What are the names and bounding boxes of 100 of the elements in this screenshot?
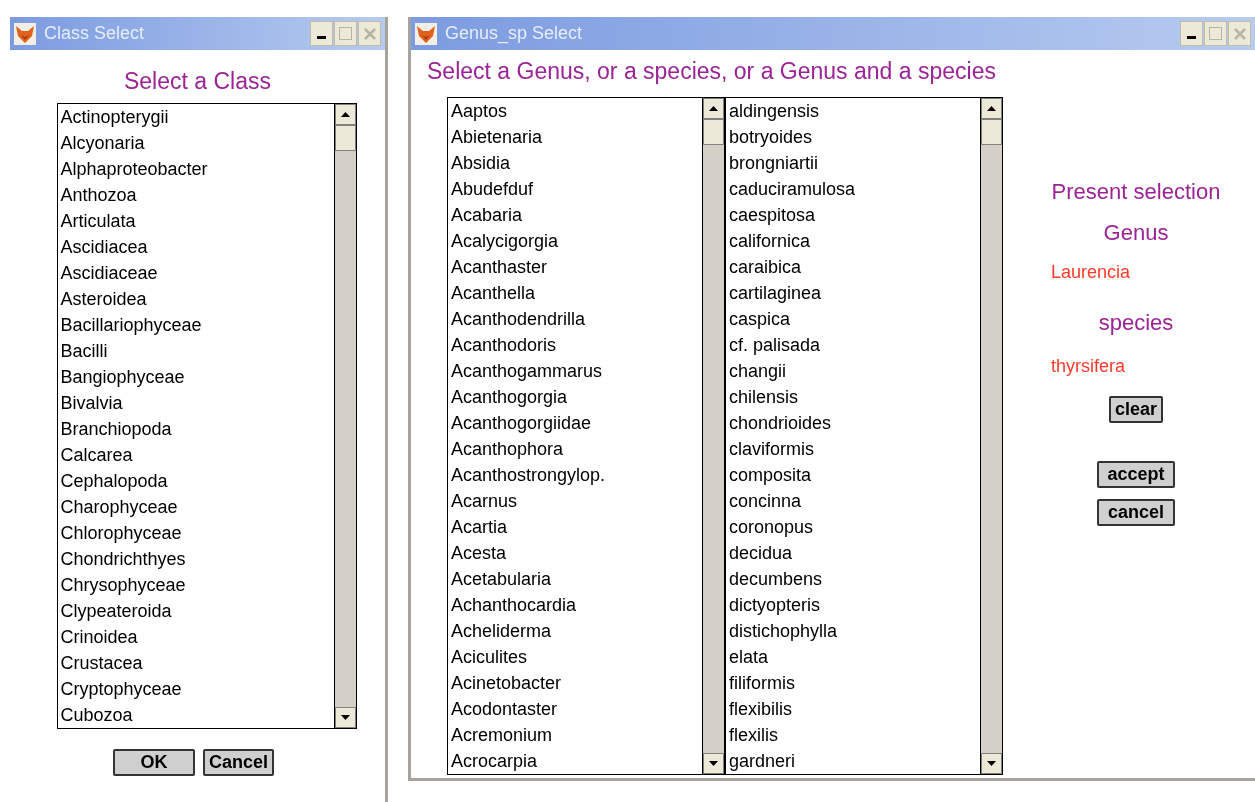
list-item[interactable]: Branchiopoda [57, 415, 334, 442]
list-item[interactable]: Calcarea [57, 441, 334, 468]
list-item[interactable]: Alphaproteobacter [57, 155, 334, 182]
list-item[interactable]: flexilis [726, 721, 980, 748]
list-item[interactable]: Abudefduf [448, 175, 702, 202]
list-item[interactable]: Crustacea [57, 649, 334, 676]
list-item[interactable]: Charophyceae [57, 493, 334, 520]
scroll-up-button[interactable] [334, 103, 356, 125]
list-item[interactable]: Acetabularia [448, 565, 702, 592]
list-item[interactable]: Cephalopoda [57, 467, 334, 494]
dialog-button[interactable]: cancel [1097, 498, 1175, 526]
list-item[interactable]: Acanthogammarus [448, 357, 702, 384]
scroll-down-button[interactable] [981, 752, 1002, 774]
scroll-up-button[interactable] [981, 97, 1002, 119]
list-item[interactable]: Bangiophyceae [57, 363, 334, 390]
list-item[interactable]: Abietenaria [448, 123, 702, 150]
list-item[interactable]: Chrysophyceae [57, 571, 334, 598]
dialog-button[interactable]: Cancel [203, 748, 274, 776]
list-item[interactable]: Acartia [448, 513, 702, 540]
genus-value: Laurencia [1051, 260, 1131, 284]
list-item[interactable]: cartilaginea [726, 279, 980, 306]
list-item[interactable]: Acrocarpia [448, 747, 702, 774]
list-item[interactable]: Crinoidea [57, 623, 334, 650]
list-item[interactable]: Chlorophyceae [57, 519, 334, 546]
list-item[interactable]: Absidia [448, 149, 702, 176]
dialog-button[interactable]: OK [113, 748, 195, 776]
list-item[interactable]: Acanthaster [448, 253, 702, 280]
list-item[interactable]: Acanthogorgiidae [448, 409, 702, 436]
scroll-down-button[interactable] [703, 752, 724, 774]
list-item[interactable]: Acanthophora [448, 435, 702, 462]
list-item[interactable]: Alcyonaria [57, 129, 334, 156]
list-item[interactable]: composita [726, 461, 980, 488]
list-item[interactable]: Acabaria [448, 201, 702, 228]
list-item[interactable]: coronopus [726, 513, 980, 540]
list-item[interactable]: Acarnus [448, 487, 702, 514]
list-item[interactable]: Acremonium [448, 721, 702, 748]
window-title: Genus_sp Select [445, 22, 583, 46]
list-item[interactable]: decidua [726, 539, 980, 566]
list-item[interactable]: caduciramulosa [726, 175, 980, 202]
list-item[interactable]: changii [726, 357, 980, 384]
list-item[interactable]: Acanthostrongylop. [448, 461, 702, 488]
list-item[interactable]: elata [726, 643, 980, 670]
list-item[interactable]: Cubozoa [57, 701, 334, 728]
list-item[interactable]: Bacillariophyceae [57, 311, 334, 338]
list-item[interactable]: Cryptophyceae [57, 675, 334, 702]
list-item[interactable]: Aaptos [448, 97, 702, 124]
list-item[interactable]: Clypeateroida [57, 597, 334, 624]
list-item[interactable]: Acanthella [448, 279, 702, 306]
list-item[interactable]: Acalycigorgia [448, 227, 702, 254]
list-item[interactable]: Anthozoa [57, 181, 334, 208]
scrollbar[interactable] [702, 97, 724, 774]
list-item[interactable]: aldingensis [726, 97, 980, 124]
list-item[interactable]: Acanthodendrilla [448, 305, 702, 332]
list-item[interactable]: Bacilli [57, 337, 334, 364]
scrollbar[interactable] [980, 97, 1002, 774]
dialog-button[interactable]: clear [1108, 395, 1163, 423]
list-item[interactable]: flexibilis [726, 695, 980, 722]
list-item[interactable]: Acodontaster [448, 695, 702, 722]
list-item[interactable]: Aciculites [448, 643, 702, 670]
list-item[interactable]: brongniartii [726, 149, 980, 176]
list-item[interactable]: Acesta [448, 539, 702, 566]
list-item[interactable]: Ascidiacea [57, 233, 334, 260]
list-item[interactable]: Acinetobacter [448, 669, 702, 696]
dialog-heading: Select a Genus, or a species, or a Genus and a species [427, 57, 997, 86]
list-item[interactable]: Actinopterygii [57, 103, 334, 130]
list-item[interactable]: Acanthogorgia [448, 383, 702, 410]
list-item[interactable]: cf. palisada [726, 331, 980, 358]
list-item[interactable]: caraibica [726, 253, 980, 280]
minimize-button[interactable] [1180, 21, 1203, 46]
list-item[interactable]: Acheliderma [448, 617, 702, 644]
scroll-down-button[interactable] [334, 706, 356, 728]
list-item[interactable]: decumbens [726, 565, 980, 592]
list-item[interactable]: dictyopteris [726, 591, 980, 618]
list-item[interactable]: distichophylla [726, 617, 980, 644]
list-item[interactable]: concinna [726, 487, 980, 514]
fox-icon [14, 22, 36, 45]
scroll-up-button[interactable] [703, 97, 724, 119]
list-item[interactable]: chilensis [726, 383, 980, 410]
dialog-button[interactable]: accept [1097, 460, 1175, 488]
list-item[interactable]: Acanthodoris [448, 331, 702, 358]
list-item[interactable]: filiformis [726, 669, 980, 696]
list-item[interactable]: Achanthocardia [448, 591, 702, 618]
list-item[interactable]: chondrioides [726, 409, 980, 436]
list-item[interactable]: caspica [726, 305, 980, 332]
list-item[interactable]: Chondrichthyes [57, 545, 334, 572]
list-item[interactable]: gardneri [726, 747, 980, 774]
minimize-button[interactable] [310, 21, 333, 46]
scrollbar[interactable] [333, 103, 356, 728]
list-item[interactable]: claviformis [726, 435, 980, 462]
maximize-icon [1209, 27, 1222, 40]
scroll-thumb[interactable] [703, 118, 724, 145]
list-item[interactable]: Asteroidea [57, 285, 334, 312]
list-item[interactable]: Ascidiaceae [57, 259, 334, 286]
list-item[interactable]: Articulata [57, 207, 334, 234]
list-item[interactable]: californica [726, 227, 980, 254]
scroll-thumb[interactable] [334, 124, 356, 151]
scroll-thumb[interactable] [981, 118, 1002, 145]
list-item[interactable]: Bivalvia [57, 389, 334, 416]
list-item[interactable]: botryoides [726, 123, 980, 150]
list-item[interactable]: caespitosa [726, 201, 980, 228]
